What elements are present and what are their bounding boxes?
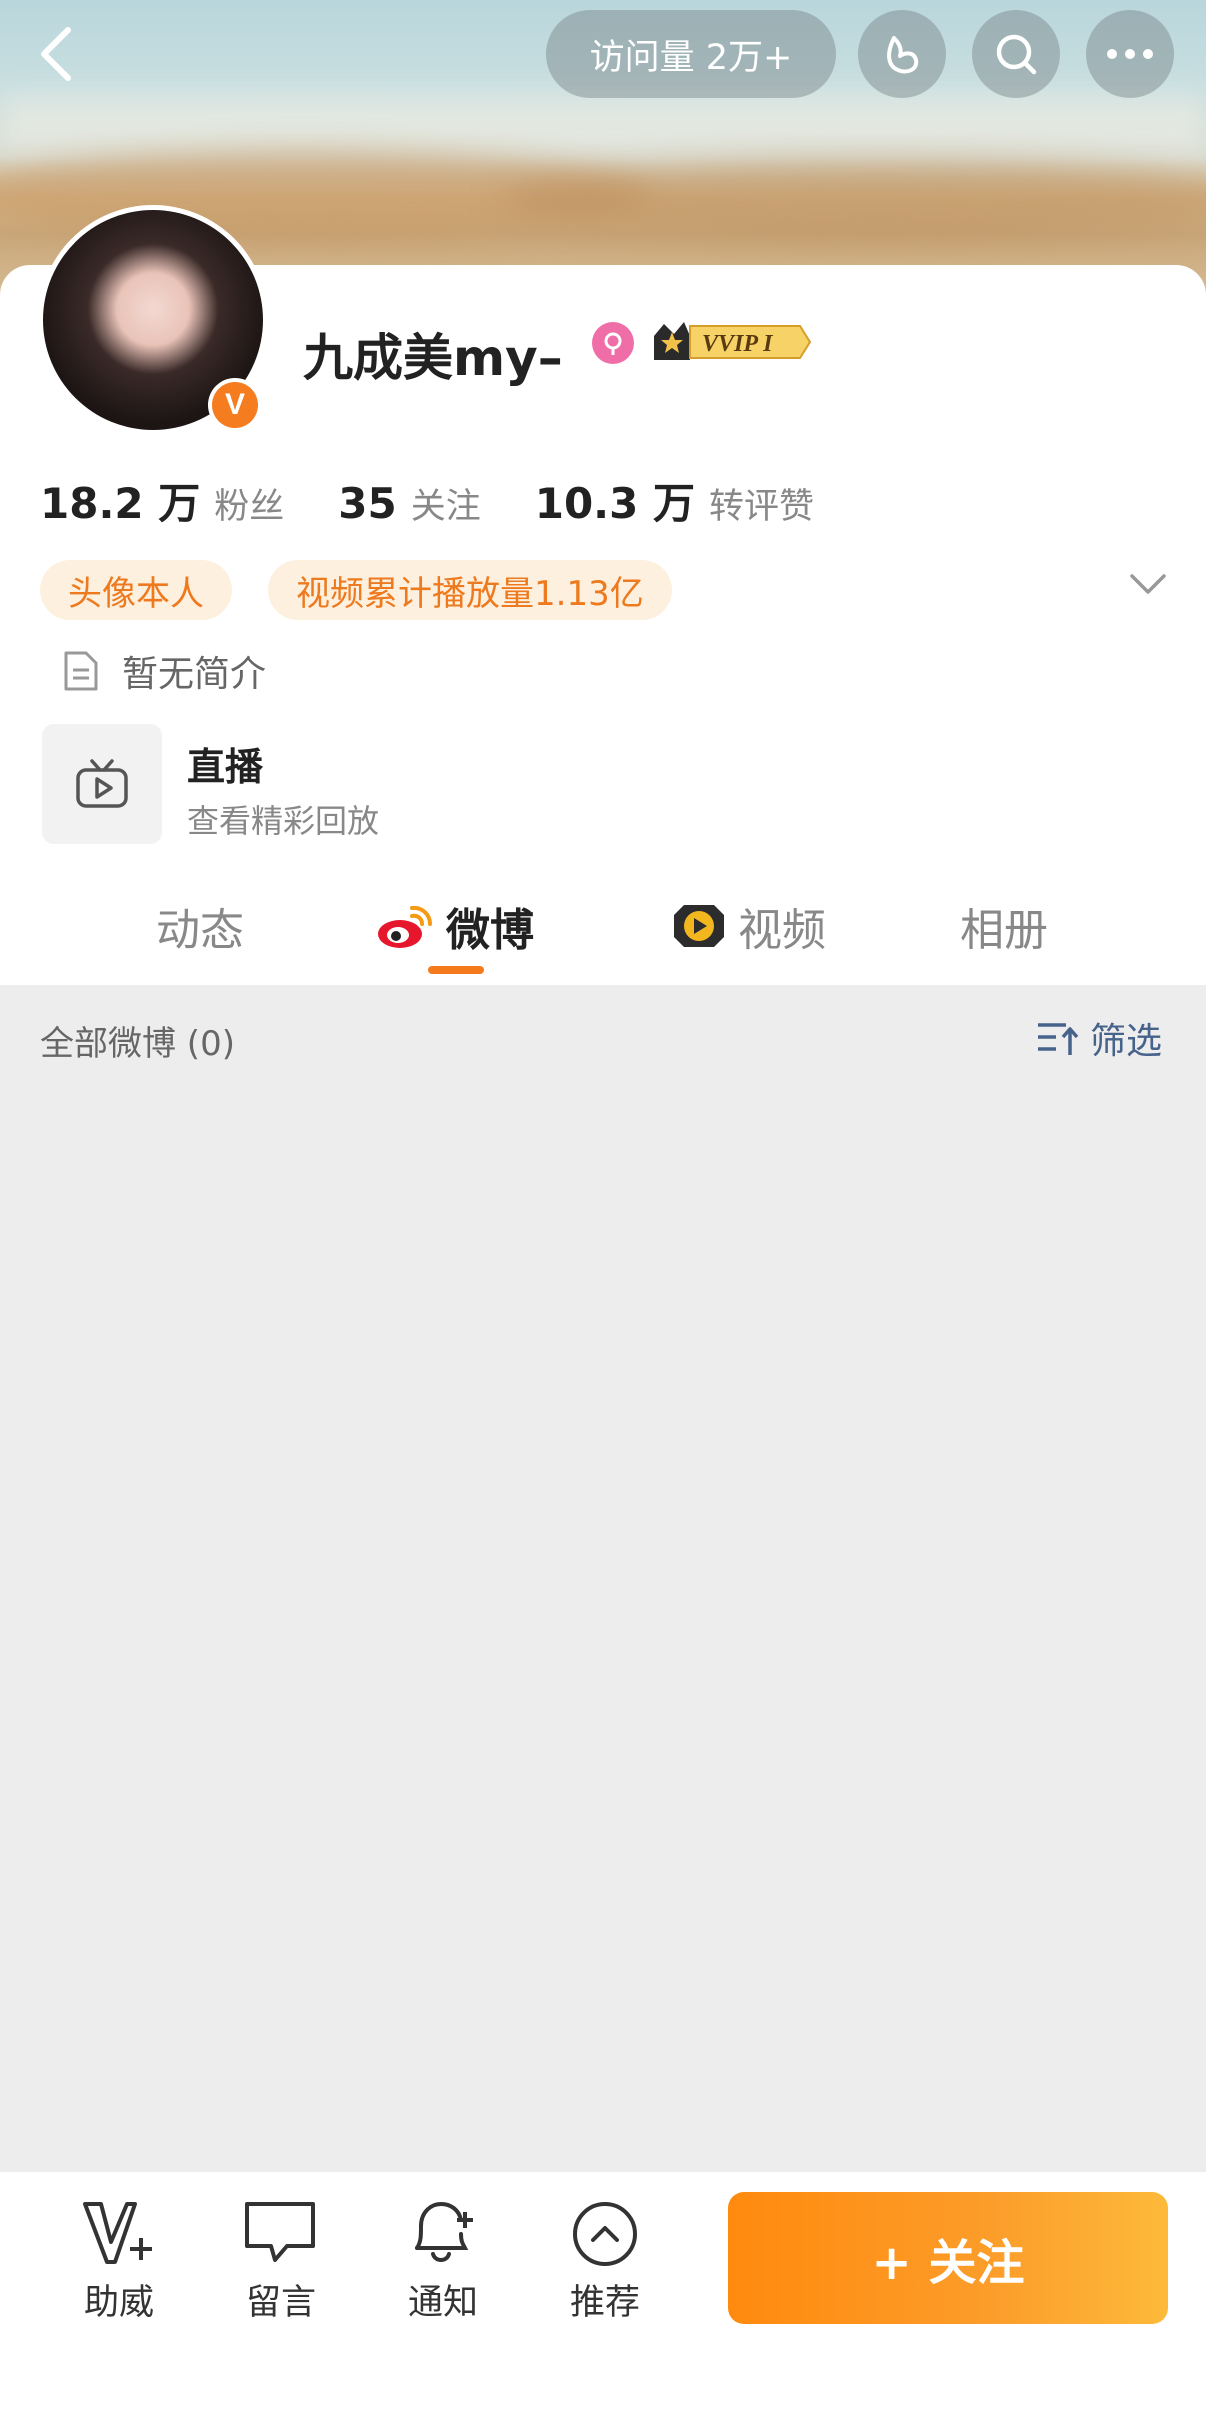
followers-label[interactable]: 粉丝 bbox=[214, 478, 284, 529]
vip-badge[interactable]: VVIP I bbox=[650, 316, 812, 368]
back-arrow-icon[interactable] bbox=[30, 24, 90, 84]
vip-label: VVIP I bbox=[702, 331, 774, 357]
cheer-label: 助威 bbox=[83, 2283, 154, 2323]
live-subtitle[interactable]: 查看精彩回放 bbox=[187, 796, 379, 842]
verified-v-icon: V bbox=[212, 382, 258, 428]
bio-row: 暂无简介 bbox=[60, 645, 266, 697]
following-label[interactable]: 关注 bbox=[411, 478, 481, 529]
tab-video-label: 视频 bbox=[738, 905, 826, 956]
more-icon bbox=[1107, 49, 1153, 59]
tab-weibo-label: 微博 bbox=[446, 905, 534, 956]
following-count[interactable]: 35 bbox=[338, 479, 396, 528]
search-icon bbox=[996, 34, 1037, 75]
tab-activity[interactable]: 动态 bbox=[156, 894, 244, 958]
tag-video-plays[interactable]: 视频累计播放量1.13亿 bbox=[268, 560, 672, 620]
cheer-icon bbox=[83, 2202, 152, 2264]
message-icon bbox=[245, 2202, 315, 2262]
more-button[interactable] bbox=[1086, 10, 1174, 98]
visits-label: 访问量 2万+ bbox=[589, 37, 793, 78]
profile-stats: 18.2 万 粉丝 35 关注 10.3 万 转评赞 bbox=[40, 470, 868, 531]
filter-label: 筛选 bbox=[1089, 1021, 1162, 1062]
notification-button[interactable]: 通知 bbox=[388, 2198, 498, 2325]
tag-avatar-self[interactable]: 头像本人 bbox=[40, 560, 232, 620]
followers-count[interactable]: 18.2 万 bbox=[40, 470, 200, 531]
filter-icon bbox=[1037, 1023, 1079, 1055]
gift-button[interactable] bbox=[858, 10, 946, 98]
profile-tabs: 动态 微博 视频 相册 bbox=[0, 880, 1206, 980]
tab-album-label: 相册 bbox=[960, 905, 1048, 956]
message-button[interactable]: 留言 bbox=[226, 2198, 336, 2325]
chevron-down-icon[interactable] bbox=[1128, 572, 1168, 600]
recommend-icon bbox=[573, 2202, 637, 2266]
bio-text: 暂无简介 bbox=[122, 654, 267, 695]
message-label: 留言 bbox=[245, 2283, 316, 2323]
search-button[interactable] bbox=[972, 10, 1060, 98]
live-replay-thumbnail[interactable] bbox=[42, 724, 162, 844]
gift-icon bbox=[887, 36, 919, 74]
feed-count-header: 全部微博 (0) bbox=[40, 1024, 235, 1064]
interactions-label[interactable]: 转评赞 bbox=[709, 478, 814, 529]
verified-badge: V bbox=[208, 378, 262, 432]
video-badge-icon bbox=[674, 905, 724, 947]
active-tab-indicator bbox=[428, 966, 484, 974]
tab-album[interactable]: 相册 bbox=[960, 894, 1048, 958]
live-title[interactable]: 直播 bbox=[187, 736, 263, 791]
recommend-label: 推荐 bbox=[569, 2283, 640, 2323]
cheer-button[interactable]: 助威 bbox=[64, 2198, 174, 2325]
female-gender-icon bbox=[592, 322, 634, 364]
weibo-logo-icon bbox=[378, 905, 433, 948]
tab-activity-label: 动态 bbox=[156, 905, 244, 956]
tab-video[interactable]: 视频 bbox=[670, 894, 826, 958]
notification-bell-icon bbox=[415, 2201, 473, 2262]
recommend-button[interactable]: 推荐 bbox=[550, 2198, 660, 2325]
tv-icon bbox=[76, 759, 128, 808]
tab-weibo[interactable]: 微博 bbox=[374, 894, 534, 958]
follow-button[interactable]: + 关注 bbox=[728, 2192, 1168, 2324]
username: 九成美my– bbox=[303, 329, 563, 387]
interactions-count[interactable]: 10.3 万 bbox=[535, 470, 695, 531]
notification-label: 通知 bbox=[407, 2283, 478, 2323]
document-icon bbox=[64, 651, 98, 691]
filter-button[interactable]: 筛选 bbox=[1036, 1012, 1162, 1064]
visits-counter[interactable]: 访问量 2万+ bbox=[546, 10, 836, 98]
